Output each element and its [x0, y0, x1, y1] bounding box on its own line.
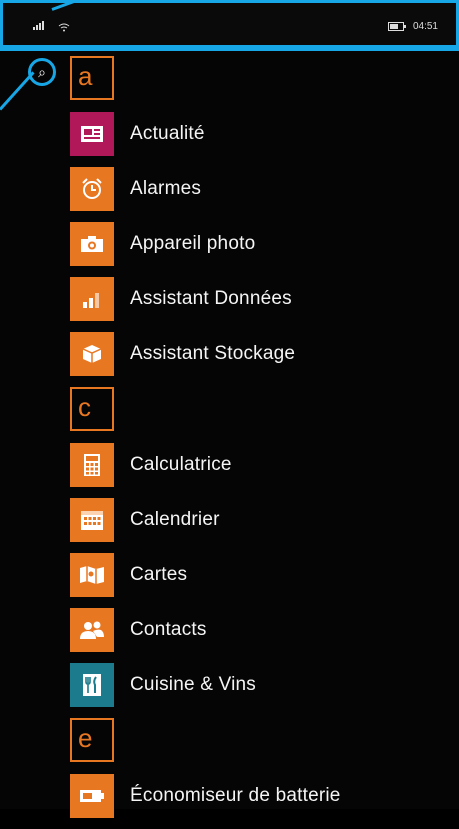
phone-screen: 04:51 ⌕ a Actualité Alarmes Appareil pho… — [0, 0, 459, 818]
app-label: Appareil photo — [130, 233, 256, 254]
app-label: Cuisine & Vins — [130, 674, 257, 695]
app-label: Calculatrice — [130, 454, 232, 475]
app-label: Cartes — [130, 564, 188, 585]
search-icon[interactable]: ⌕ — [28, 58, 56, 86]
overlay-line — [0, 48, 459, 51]
app-label: Actualité — [130, 123, 205, 144]
app-item-alarmes[interactable]: Alarmes — [70, 167, 450, 211]
app-item-assistant-donnees[interactable]: Assistant Données — [70, 277, 450, 321]
app-label: Assistant Stockage — [130, 343, 296, 364]
app-label: Alarmes — [130, 178, 202, 199]
status-bar: 04:51 — [0, 0, 459, 48]
wifi-icon — [58, 23, 70, 32]
app-item-cartes[interactable]: Cartes — [70, 553, 450, 597]
app-label: Contacts — [130, 619, 207, 640]
app-item-assistant-stockage[interactable]: Assistant Stockage — [70, 332, 450, 376]
map-icon — [70, 553, 114, 597]
data-bars-icon — [70, 277, 114, 321]
calculator-icon — [70, 443, 114, 487]
calendar-icon — [70, 498, 114, 542]
app-item-economiseur-batterie[interactable]: Économiseur de batterie — [70, 774, 450, 818]
people-icon — [70, 608, 114, 652]
app-item-contacts[interactable]: Contacts — [70, 608, 450, 652]
app-item-calendrier[interactable]: Calendrier — [70, 498, 450, 542]
newspaper-icon — [70, 112, 114, 156]
signal-strength-icon — [33, 21, 45, 33]
app-item-calculatrice[interactable]: Calculatrice — [70, 443, 450, 487]
fork-knife-icon — [70, 663, 114, 707]
app-label: Économiseur de batterie — [130, 785, 341, 806]
app-label: Assistant Données — [130, 288, 292, 309]
alarm-clock-icon — [70, 167, 114, 211]
letter-header-c[interactable]: c — [70, 387, 114, 431]
letter-header-a[interactable]: a — [70, 56, 114, 100]
app-label: Calendrier — [130, 509, 220, 530]
app-item-actualite[interactable]: Actualité — [70, 112, 450, 156]
app-item-cuisine-vins[interactable]: Cuisine & Vins — [70, 663, 450, 707]
storage-box-icon — [70, 332, 114, 376]
status-indicators — [33, 21, 70, 33]
status-right: 04:51 — [388, 21, 438, 32]
battery-status-icon — [388, 21, 407, 31]
camera-icon — [70, 222, 114, 266]
clock-time: 04:51 — [412, 21, 438, 32]
battery-icon — [70, 774, 114, 818]
app-item-appareil-photo[interactable]: Appareil photo — [70, 222, 450, 266]
app-list: a Actualité Alarmes Appareil photo Assis… — [70, 56, 450, 829]
letter-header-e[interactable]: e — [70, 718, 114, 762]
